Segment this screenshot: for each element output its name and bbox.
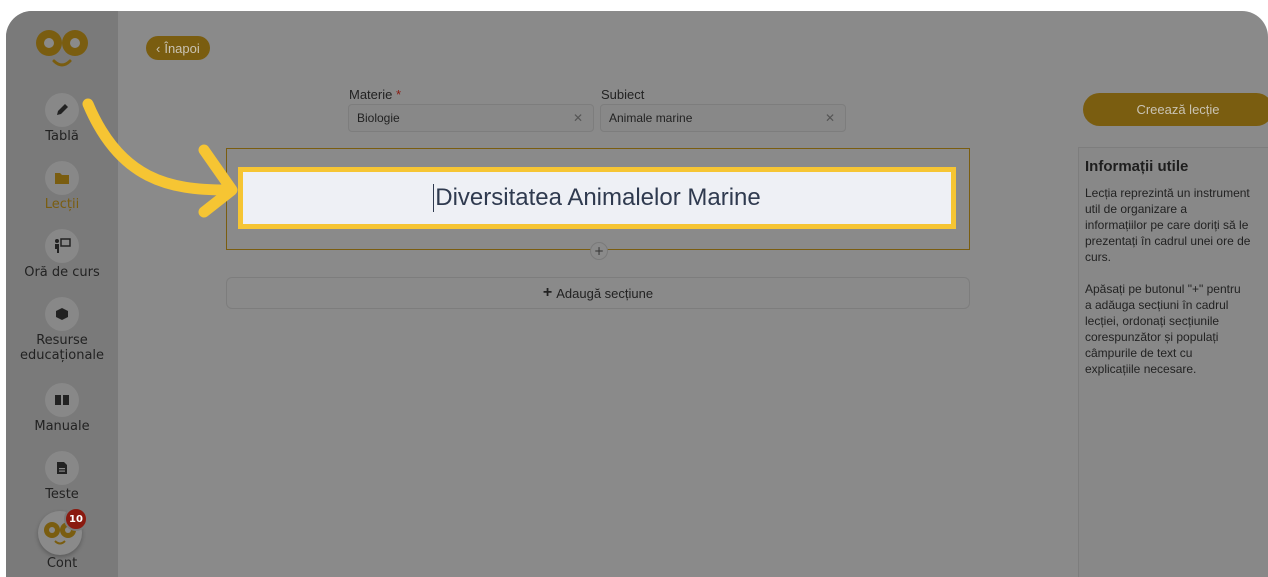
tutorial-arrow-icon (82, 98, 238, 218)
